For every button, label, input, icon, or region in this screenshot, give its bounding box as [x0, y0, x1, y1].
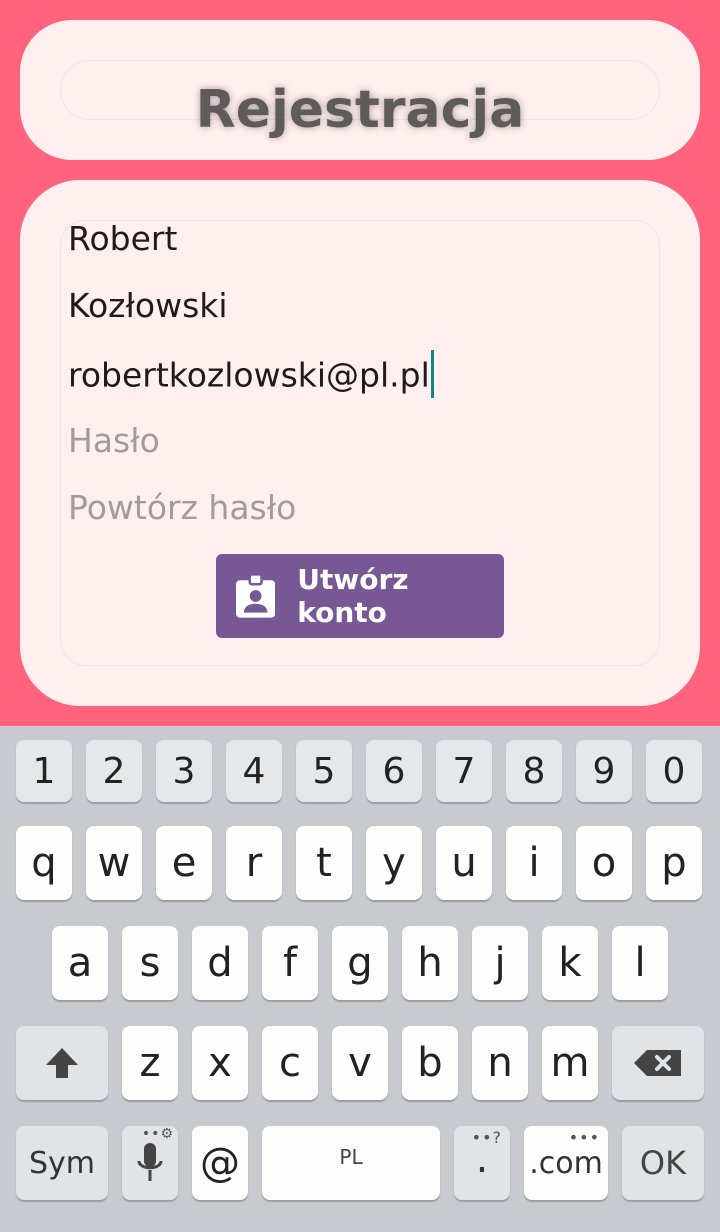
- registration-screen: Rejestracja Robert Kozłowski robertkozlo…: [0, 0, 720, 726]
- period-key[interactable]: . ••?: [454, 1126, 510, 1200]
- space-key[interactable]: PL: [262, 1126, 440, 1200]
- repeat-password-field[interactable]: Powtórz hasło: [68, 488, 296, 527]
- page-title: Rejestracja: [195, 80, 525, 140]
- key-z[interactable]: z: [122, 1026, 178, 1100]
- key-w[interactable]: w: [86, 826, 142, 900]
- password-field[interactable]: Hasło: [68, 421, 160, 460]
- period-hint: ••?: [471, 1128, 502, 1147]
- ok-key[interactable]: OK: [622, 1126, 704, 1200]
- microphone-icon: [137, 1143, 163, 1181]
- key-d[interactable]: d: [192, 926, 248, 1000]
- sym-key[interactable]: Sym: [16, 1126, 108, 1200]
- text-cursor: [430, 350, 434, 398]
- key-p[interactable]: p: [646, 826, 702, 900]
- key-t[interactable]: t: [296, 826, 352, 900]
- key-h[interactable]: h: [402, 926, 458, 1000]
- key-u[interactable]: u: [436, 826, 492, 900]
- space-language-label: PL: [339, 1145, 363, 1169]
- first-name-field[interactable]: Robert: [68, 219, 177, 258]
- mic-settings-hint-icon: ••⚙: [141, 1126, 174, 1142]
- key-6[interactable]: 6: [366, 740, 422, 802]
- key-v[interactable]: v: [332, 1026, 388, 1100]
- shift-key[interactable]: [16, 1026, 108, 1100]
- key-7[interactable]: 7: [436, 740, 492, 802]
- email-field[interactable]: robertkozlowski@pl.pl: [68, 350, 434, 401]
- key-s[interactable]: s: [122, 926, 178, 1000]
- title-card: Rejestracja: [20, 20, 700, 160]
- key-e[interactable]: e: [156, 826, 212, 900]
- key-r[interactable]: r: [226, 826, 282, 900]
- key-c[interactable]: c: [262, 1026, 318, 1100]
- key-m[interactable]: m: [542, 1026, 598, 1100]
- key-x[interactable]: x: [192, 1026, 248, 1100]
- create-account-label: Utwórz konto: [297, 563, 409, 629]
- key-8[interactable]: 8: [506, 740, 562, 802]
- key-9[interactable]: 9: [576, 740, 632, 802]
- dotcom-hint: •••: [568, 1128, 600, 1147]
- key-f[interactable]: f: [262, 926, 318, 1000]
- key-n[interactable]: n: [472, 1026, 528, 1100]
- key-4[interactable]: 4: [226, 740, 282, 802]
- key-i[interactable]: i: [506, 826, 562, 900]
- key-2[interactable]: 2: [86, 740, 142, 802]
- key-1[interactable]: 1: [16, 740, 72, 802]
- key-j[interactable]: j: [472, 926, 528, 1000]
- key-y[interactable]: y: [366, 826, 422, 900]
- on-screen-keyboard: 1 2 3 4 5 6 7 8 9 0 q w e r t y u i o p …: [0, 726, 720, 1232]
- backspace-key[interactable]: [612, 1026, 704, 1100]
- key-l[interactable]: l: [612, 926, 668, 1000]
- create-account-button[interactable]: Utwórz konto: [216, 554, 504, 638]
- voice-input-key[interactable]: ••⚙: [122, 1126, 178, 1200]
- account-badge-icon: [236, 574, 276, 618]
- key-b[interactable]: b: [402, 1026, 458, 1100]
- key-k[interactable]: k: [542, 926, 598, 1000]
- last-name-field[interactable]: Kozłowski: [68, 286, 228, 325]
- email-field-value: robertkozlowski@pl.pl: [68, 355, 430, 395]
- key-0[interactable]: 0: [646, 740, 702, 802]
- dotcom-label: .com: [529, 1145, 603, 1181]
- key-3[interactable]: 3: [156, 740, 212, 802]
- key-q[interactable]: q: [16, 826, 72, 900]
- key-a[interactable]: a: [52, 926, 108, 1000]
- at-key[interactable]: @: [192, 1126, 248, 1200]
- backspace-icon: [634, 1050, 681, 1076]
- key-g[interactable]: g: [332, 926, 388, 1000]
- key-5[interactable]: 5: [296, 740, 352, 802]
- key-o[interactable]: o: [576, 826, 632, 900]
- shift-arrow-icon: [46, 1048, 78, 1078]
- dotcom-key[interactable]: .com •••: [524, 1126, 608, 1200]
